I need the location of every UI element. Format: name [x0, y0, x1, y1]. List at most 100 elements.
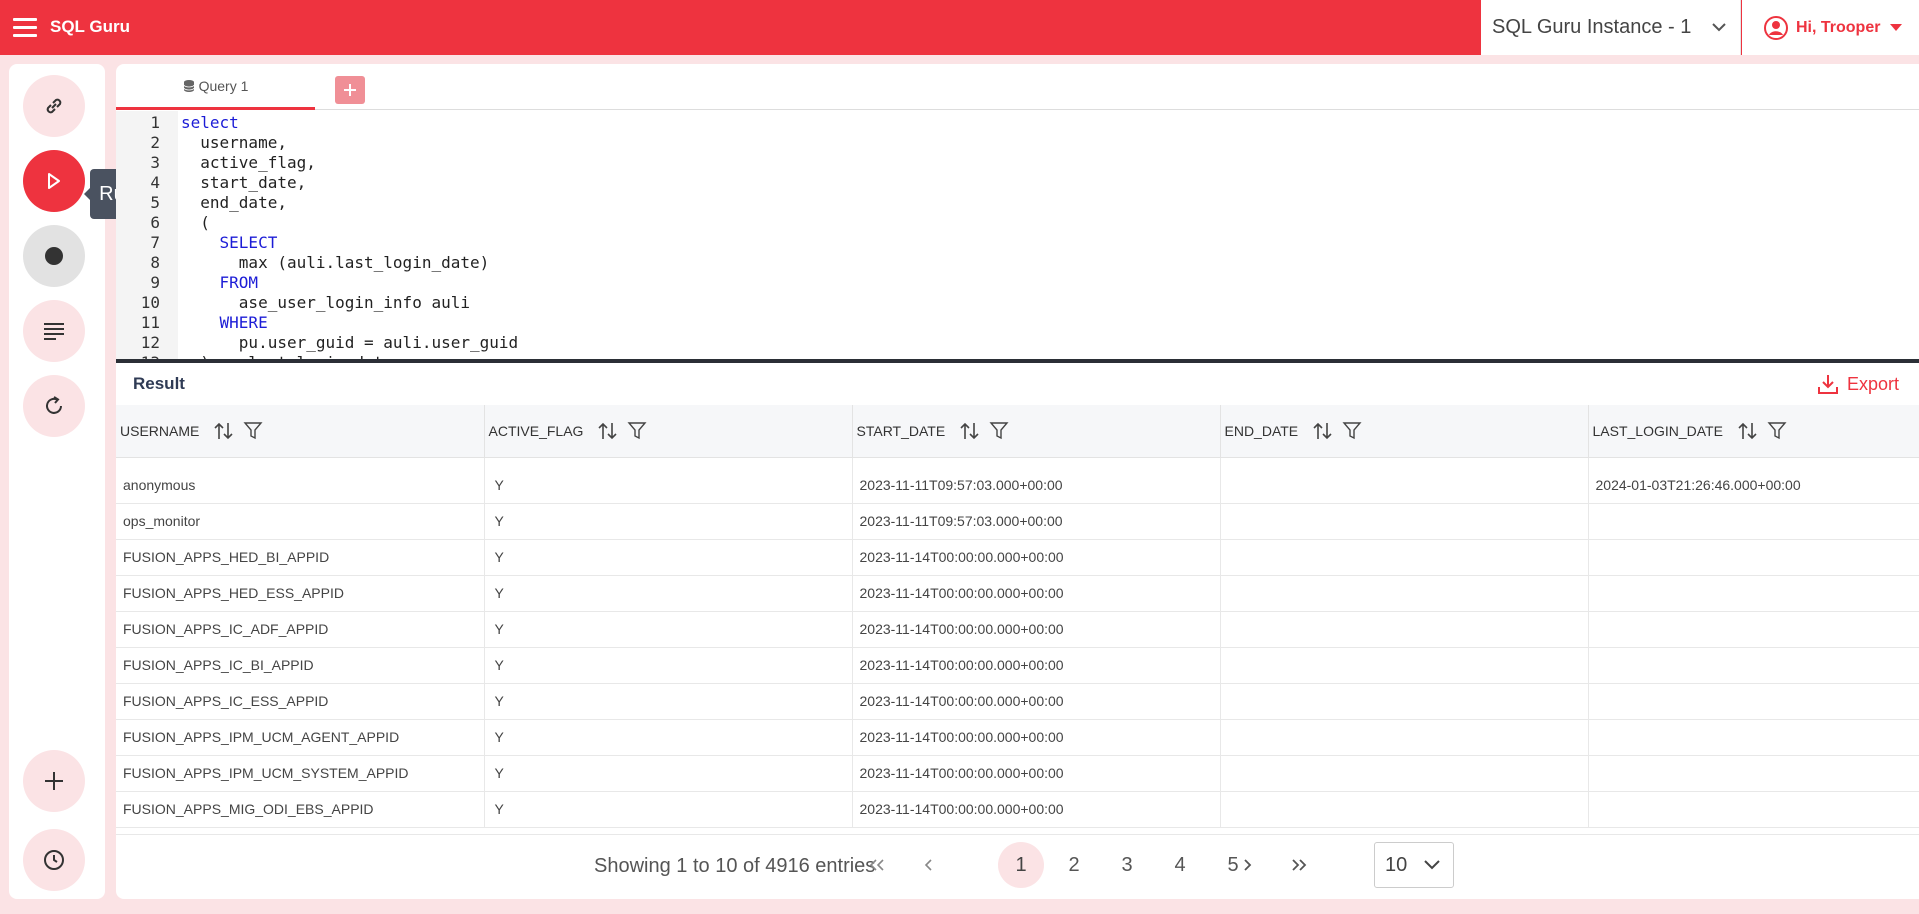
first-page-button[interactable] — [854, 842, 900, 888]
column-header-start-date[interactable]: START_DATE — [852, 405, 1221, 458]
column-header-active-flag[interactable]: ACTIVE_FLAG — [484, 405, 853, 458]
table-cell: Y — [484, 719, 853, 756]
page-size-select[interactable]: 10 — [1374, 842, 1454, 888]
column-header-actions — [959, 421, 1009, 441]
sql-editor[interactable]: 1 select 2 username, 3 active_flag, 4 start_… — [116, 111, 1919, 359]
table-cell: Y — [484, 647, 853, 684]
prev-page-button[interactable] — [906, 842, 952, 888]
code-text: start_date, — [181, 173, 306, 193]
refresh-button[interactable] — [23, 375, 85, 437]
table-row[interactable]: FUSION_APPS_MIG_ODI_EBS_APPID Y 2023-11-14… — [116, 791, 1919, 828]
chevron-down-icon — [1712, 23, 1726, 32]
table-row[interactable]: FUSION_APPS_IPM_UCM_SYSTEM_APPID Y 2023-11… — [116, 755, 1919, 792]
table-cell: FUSION_APPS_HED_BI_APPID — [116, 539, 485, 576]
history-button[interactable] — [23, 829, 85, 891]
export-button[interactable]: Export — [1817, 373, 1899, 395]
table-cell: Y — [484, 611, 853, 648]
next-page-button[interactable] — [1224, 842, 1270, 888]
run-button[interactable] — [23, 150, 85, 212]
user-greeting: Hi, Trooper — [1796, 18, 1881, 36]
page-button-1[interactable]: 1 — [998, 842, 1044, 888]
line-number: 4 — [150, 173, 160, 192]
table-cell — [1220, 467, 1589, 504]
column-header-label: ACTIVE_FLAG — [488, 422, 584, 439]
table-cell: FUSION_APPS_IC_ADF_APPID — [116, 611, 485, 648]
table-cell: 2023-11-14T00:00:00.000+00:00 — [852, 611, 1221, 648]
table-cell: 2023-11-11T09:57:03.000+00:00 — [852, 503, 1221, 540]
format-button[interactable] — [23, 300, 85, 362]
table-row[interactable]: FUSION_APPS_HED_BI_APPID Y 2023-11-14T00:0… — [116, 539, 1919, 576]
table-row[interactable]: FUSION_APPS_HED_ESS_APPID Y 2023-11-14T00:… — [116, 575, 1919, 612]
code-text: username, — [181, 133, 287, 153]
sql-text: username, — [200, 133, 287, 152]
sort-icon[interactable] — [597, 421, 619, 441]
code-text: ( — [181, 213, 210, 233]
sort-icon[interactable] — [1312, 421, 1334, 441]
stop-button[interactable] — [23, 225, 85, 287]
user-menu[interactable]: Hi, Trooper — [1742, 0, 1919, 55]
filter-icon[interactable] — [627, 421, 647, 441]
line-number: 1 — [150, 113, 160, 132]
table-cell — [1588, 503, 1919, 540]
table-cell: Y — [484, 503, 853, 540]
connect-button[interactable] — [23, 75, 85, 137]
page-button-3[interactable]: 3 — [1104, 842, 1150, 888]
filter-icon[interactable] — [989, 421, 1009, 441]
table-row[interactable]: FUSION_APPS_IC_BI_APPID Y 2023-11-14T00:00… — [116, 647, 1919, 684]
sort-icon[interactable] — [959, 421, 981, 441]
sort-icon[interactable] — [1737, 421, 1759, 441]
filter-icon[interactable] — [243, 421, 263, 441]
table-cell: Y — [484, 755, 853, 792]
table-cell — [1220, 647, 1589, 684]
line-number: 10 — [140, 293, 160, 312]
instance-selector[interactable]: SQL Guru Instance - 1 — [1481, 0, 1741, 55]
table-cell — [1220, 683, 1589, 720]
sort-icon[interactable] — [213, 421, 235, 441]
table-row[interactable]: FUSION_APPS_IC_ESS_APPID Y 2023-11-14T00:0… — [116, 683, 1919, 720]
add-tab-button[interactable] — [335, 76, 365, 104]
line-number: 2 — [150, 133, 160, 152]
line-number: 12 — [140, 333, 160, 352]
page-button-4[interactable]: 4 — [1157, 842, 1203, 888]
chevron-left-icon — [924, 859, 932, 871]
tab-query-1[interactable]: Query 1 — [116, 64, 315, 110]
result-title: Result — [133, 374, 185, 393]
column-header-label: LAST_LOGIN_DATE — [1592, 422, 1723, 439]
chevron-down-icon — [1424, 860, 1440, 870]
table-cell: 2024-01-03T21:26:46.000+00:00 — [1588, 467, 1919, 504]
code-text: FROM — [181, 273, 259, 293]
caret-down-icon — [1890, 23, 1903, 31]
table-row[interactable]: FUSION_APPS_IPM_UCM_AGENT_APPID Y 2023-11-… — [116, 719, 1919, 756]
last-page-button[interactable] — [1276, 842, 1322, 888]
page-button-2[interactable]: 2 — [1051, 842, 1097, 888]
table-row[interactable]: FUSION_APPS_IC_ADF_APPID Y 2023-11-14T00:0… — [116, 611, 1919, 648]
column-header-username[interactable]: USERNAME — [116, 405, 485, 458]
sql-text: end_date, — [200, 193, 287, 212]
query-tabs: Query 1 — [116, 64, 1919, 110]
column-header-end-date[interactable]: END_DATE — [1220, 405, 1589, 458]
menu-icon[interactable] — [13, 18, 37, 37]
table-cell: ops_monitor — [116, 503, 485, 540]
table-cell: 2023-11-14T00:00:00.000+00:00 — [852, 575, 1221, 612]
pagination-info: Showing 1 to 10 of 4916 entries — [594, 855, 876, 877]
download-icon — [1817, 375, 1838, 394]
database-icon — [183, 79, 194, 92]
code-text: ase_user_login_info auli — [181, 293, 470, 313]
table-cell: FUSION_APPS_MIG_ODI_EBS_APPID — [116, 791, 485, 828]
filter-icon[interactable] — [1767, 421, 1787, 441]
add-button[interactable] — [23, 750, 85, 812]
column-header-label: START_DATE — [856, 422, 946, 439]
table-row[interactable]: anonymous Y 2023-11-11T09:57:03.000+00:00 2… — [116, 467, 1919, 504]
table-cell: 2023-11-11T09:57:03.000+00:00 — [852, 467, 1221, 504]
sql-text: ( — [200, 213, 210, 232]
filter-icon[interactable] — [1342, 421, 1362, 441]
table-row[interactable]: ops_monitor Y 2023-11-11T09:57:03.000+00:0… — [116, 503, 1919, 540]
table-cell: FUSION_APPS_IPM_UCM_AGENT_APPID — [116, 719, 485, 756]
code-text: active_flag, — [181, 153, 316, 173]
chevron-right-icon — [1244, 859, 1252, 871]
column-header-last-login-date[interactable]: LAST_LOGIN_DATE — [1588, 405, 1919, 458]
